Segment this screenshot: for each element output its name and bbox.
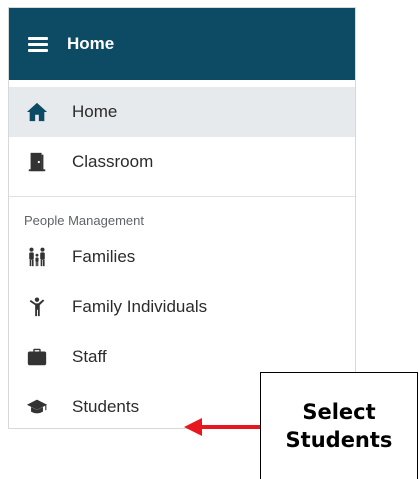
sidebar-item-home[interactable]: Home bbox=[9, 87, 355, 137]
family-icon bbox=[26, 246, 48, 268]
sidebar-item-classroom[interactable]: Classroom bbox=[9, 137, 355, 187]
callout-line-1: Select bbox=[302, 399, 376, 424]
home-icon bbox=[26, 101, 48, 123]
section-label: People Management bbox=[24, 213, 144, 228]
menu-icon[interactable] bbox=[28, 36, 48, 52]
door-icon bbox=[26, 151, 48, 173]
sidebar-item-label: Staff bbox=[72, 347, 107, 366]
callout-line-2: Students bbox=[285, 428, 393, 452]
sidebar-item-families[interactable]: Families bbox=[9, 232, 355, 282]
sidebar-panel: Home Home Classroom People Management Fa… bbox=[8, 7, 356, 429]
sidebar-item-label: Students bbox=[72, 397, 140, 416]
sidebar-item-label: Classroom bbox=[72, 152, 154, 171]
sidebar-item-label: Home bbox=[72, 102, 118, 121]
header-title: Home bbox=[67, 34, 115, 53]
arrow-left-icon bbox=[184, 418, 262, 436]
person-icon bbox=[26, 296, 48, 318]
divider bbox=[9, 196, 355, 197]
sidebar-item-family-individuals[interactable]: Family Individuals bbox=[9, 282, 355, 332]
graduation-cap-icon bbox=[26, 396, 48, 418]
instruction-callout: Select Students bbox=[260, 372, 418, 479]
sidebar-item-label: Family Individuals bbox=[72, 297, 208, 316]
sidebar-item-label: Families bbox=[72, 247, 136, 266]
app-header: Home bbox=[9, 8, 355, 80]
briefcase-icon bbox=[26, 346, 48, 368]
